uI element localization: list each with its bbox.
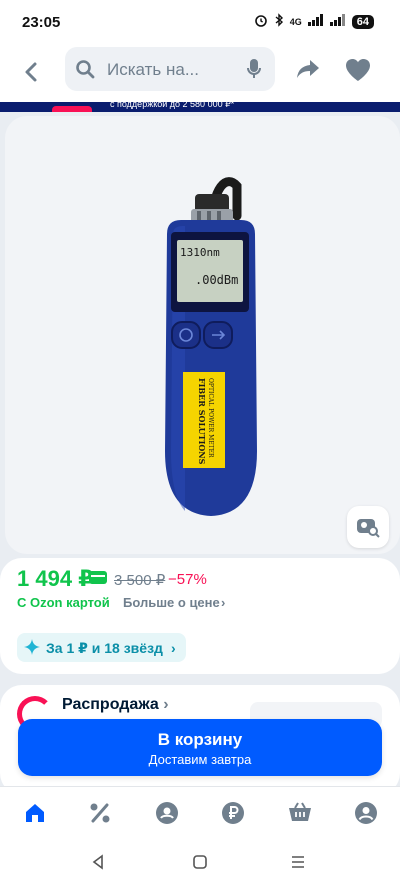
battery-level: 64: [351, 14, 374, 29]
price-card: 1 494 ₽ 3 500 ₽ −57% С Ozon картой Больш…: [0, 558, 400, 674]
nav-home[interactable]: [22, 800, 48, 826]
nav-account[interactable]: [353, 800, 379, 826]
chevron-left-icon: [25, 62, 37, 82]
display-reading-bottom: .00dBm: [195, 273, 238, 287]
cart-icon: [289, 802, 311, 821]
add-to-cart-button[interactable]: В корзину Доставим завтра: [18, 719, 382, 776]
status-time: 23:05: [22, 14, 61, 31]
heart-icon: [346, 59, 370, 81]
price-old: 3 500 ₽: [114, 572, 166, 589]
promo-text: с поддержкой до 2 580 000 ₽*: [110, 102, 235, 109]
share-button[interactable]: [294, 57, 322, 88]
product-gallery[interactable]: 1310nm .00dBm FIBER SOLUTIONS OPTICAL PO…: [5, 116, 400, 554]
device-label-2: OPTICAL POWER METER: [207, 378, 214, 458]
nav-discounts[interactable]: [87, 800, 113, 826]
promo-badge: [52, 106, 92, 112]
price-ozon-card: 1 494 ₽: [17, 566, 94, 591]
network-label: 4G: [289, 16, 302, 27]
sale-title: Распродажа ›: [62, 696, 169, 713]
nav-ozon[interactable]: [154, 800, 180, 826]
add-to-cart-label: В корзину: [157, 730, 243, 749]
device-label-1: FIBER SOLUTIONS: [197, 378, 207, 465]
chevron-right-icon: ›: [171, 640, 176, 656]
camera-search-icon: [357, 519, 380, 538]
status-bar: 23:05 4G 64: [0, 0, 400, 44]
system-home-icon[interactable]: [192, 854, 208, 875]
top-bar: Искать на...: [0, 44, 400, 102]
back-button[interactable]: [18, 58, 46, 86]
nav-cart[interactable]: [287, 800, 313, 826]
search-placeholder: Искать на...: [107, 60, 199, 79]
stars-offer-button[interactable]: За 1 ₽ и 18 звёзд ›: [17, 633, 186, 662]
favorite-button[interactable]: [344, 57, 372, 88]
account-icon: [355, 802, 377, 824]
chevron-right-icon: ›: [163, 696, 169, 713]
photo-search-button[interactable]: [347, 506, 389, 548]
display-reading-top: 1310nm: [180, 246, 220, 259]
promo-banner[interactable]: с поддержкой до 2 580 000 ₽*: [0, 102, 400, 112]
profile-circle-icon: [156, 802, 178, 824]
search-input[interactable]: Искать на...: [65, 47, 275, 91]
search-icon: [75, 59, 95, 84]
alarm-icon: [254, 13, 268, 30]
product-image: 1310nm .00dBm FIBER SOLUTIONS OPTICAL PO…: [165, 177, 257, 516]
chevron-right-icon: ›: [221, 595, 226, 610]
card-note: С Ozon картой: [17, 595, 110, 610]
status-icons: 4G 64: [254, 13, 374, 30]
share-icon: [297, 60, 319, 78]
system-back-icon[interactable]: [90, 854, 106, 875]
discount-icon: [90, 803, 110, 823]
delivery-label: Доставим завтра: [148, 752, 252, 767]
bottom-nav: [0, 786, 400, 838]
bluetooth-icon: [274, 13, 284, 30]
sparkle-icon: [24, 639, 40, 660]
system-nav: [0, 838, 400, 889]
home-icon: [26, 804, 44, 822]
stars-offer-label: За 1 ₽ и 18 звёзд: [46, 640, 163, 656]
nav-finance[interactable]: [220, 800, 246, 826]
more-price-link[interactable]: Больше о цене: [123, 595, 220, 610]
ozon-card-icon: [89, 571, 107, 584]
discount-badge: −57%: [168, 571, 207, 588]
ruble-icon: [222, 802, 244, 824]
signal-icon: [307, 14, 324, 29]
signal-icon-2: [329, 14, 346, 29]
microphone-icon[interactable]: [247, 59, 261, 84]
system-menu-icon[interactable]: [290, 854, 306, 875]
